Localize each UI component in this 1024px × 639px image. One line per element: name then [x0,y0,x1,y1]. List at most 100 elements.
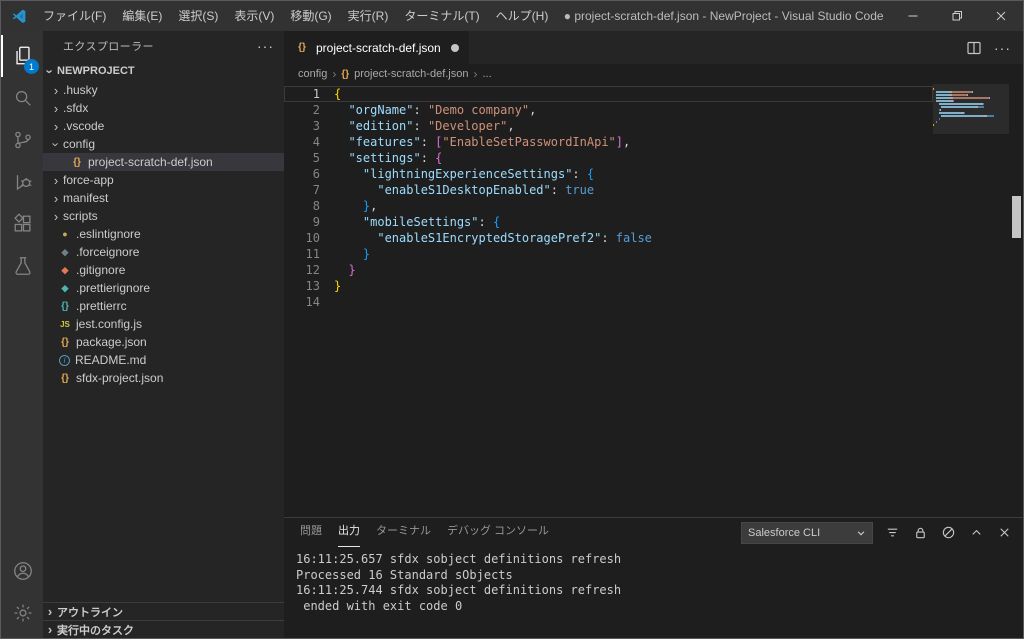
code-line-6[interactable]: 6 "lightningExperienceSettings": { [284,166,933,182]
tab-project-scratch-def[interactable]: {} project-scratch-def.json [284,31,469,64]
maximize-panel-icon[interactable] [967,524,985,542]
menu-go[interactable]: 移動(G) [282,1,339,31]
tree-item-scripts[interactable]: ›scripts [43,207,284,225]
code-line-12[interactable]: 12 } [284,262,933,278]
panel-tab-output[interactable]: 出力 [338,518,360,547]
editor-area: {} project-scratch-def.json ··· config›{… [284,31,1023,638]
line-number: 5 [284,150,320,166]
menu-run[interactable]: 実行(R) [340,1,397,31]
minimap[interactable] [933,84,1009,517]
settings-button[interactable] [1,592,43,634]
activity-extensions[interactable] [1,203,43,245]
tree-item-.husky[interactable]: ›.husky [43,81,284,99]
tree-item-jest.config.js[interactable]: JSjest.config.js [43,315,284,333]
clear-output-icon[interactable] [939,524,957,542]
menu-file[interactable]: ファイル(F) [35,1,114,31]
code-line-3[interactable]: 3 "edition": "Developer", [284,118,933,134]
section-running-tasks[interactable]: ›実行中のタスク [43,620,284,638]
menu-selection[interactable]: 選択(S) [170,1,226,31]
tree-item-label: project-scratch-def.json [88,155,213,169]
code-line-5[interactable]: 5 "settings": { [284,150,933,166]
explorer-badge: 1 [24,59,39,74]
tree-item-force-app[interactable]: ›force-app [43,171,284,189]
code-line-1[interactable]: 1{ [284,86,933,102]
close-window-button[interactable] [979,1,1023,31]
tree-item-sfdx-project.json[interactable]: {}sfdx-project.json [43,369,284,387]
line-number: 4 [284,134,320,150]
tree-item-.prettierrc[interactable]: {}.prettierrc [43,297,284,315]
panel-tab-terminal[interactable]: ターミナル [376,518,431,547]
tree-item-package.json[interactable]: {}package.json [43,333,284,351]
minimize-button[interactable] [891,1,935,31]
breadcrumb-item[interactable]: config [298,68,327,80]
sidebar-title: エクスプローラー [63,38,154,54]
menu-terminal[interactable]: ターミナル(T) [396,1,487,31]
code-lines: 1{2 "orgName": "Demo company",3 "edition… [284,84,933,517]
line-content: "features": ["EnableSetPasswordInApi"], [334,134,630,150]
code-line-8[interactable]: 8 }, [284,198,933,214]
activity-testing[interactable] [1,245,43,287]
tree-item-.gitignore[interactable]: ◆.gitignore [43,261,284,279]
activity-source-control[interactable] [1,119,43,161]
tree-item-project-scratch-def.json[interactable]: {}project-scratch-def.json [43,153,284,171]
output-channel-select[interactable]: Salesforce CLI [741,522,873,544]
chevron-right-icon: › [49,119,63,134]
output-content[interactable]: 16:11:25.657 sfdx sobject definitions re… [284,547,1023,638]
diamond-icon: ◆ [57,265,73,276]
code-editor[interactable]: 1{2 "orgName": "Demo company",3 "edition… [284,84,1023,517]
section-outline[interactable]: ›アウトライン [43,602,284,620]
code-line-4[interactable]: 4 "features": ["EnableSetPasswordInApi"]… [284,134,933,150]
tree-item-.vscode[interactable]: ›.vscode [43,117,284,135]
chevron-right-icon: › [49,83,63,98]
breadcrumb-item[interactable]: project-scratch-def.json [354,68,468,80]
code-line-11[interactable]: 11 } [284,246,933,262]
output-line-3: 16:11:25.744 sfdx sobject definitions re… [296,583,1023,599]
menu-view[interactable]: 表示(V) [226,1,282,31]
diamond-icon: ◆ [57,283,73,294]
close-panel-icon[interactable] [995,524,1013,542]
tree-item-manifest[interactable]: ›manifest [43,189,284,207]
search-icon [12,87,34,109]
editor-more-actions-icon[interactable]: ··· [994,43,1011,53]
code-line-10[interactable]: 10 "enableS1EncryptedStoragePref2": fals… [284,230,933,246]
activity-explorer[interactable]: 1 [1,35,43,77]
code-line-9[interactable]: 9 "mobileSettings": { [284,214,933,230]
json-icon: {} [294,42,310,53]
activity-search[interactable] [1,77,43,119]
panel-tab-problems[interactable]: 問題 [300,518,322,547]
tab-label: project-scratch-def.json [316,41,441,55]
tree-item-.sfdx[interactable]: ›.sfdx [43,99,284,117]
code-line-13[interactable]: 13} [284,278,933,294]
tree-item-label: .vscode [63,119,104,133]
line-number: 13 [284,278,320,294]
tree-item-.eslintignore[interactable]: ●.eslintignore [43,225,284,243]
scroll-lock-icon[interactable] [911,524,929,542]
tree-item-.prettierignore[interactable]: ◆.prettierignore [43,279,284,297]
line-number: 8 [284,198,320,214]
tree-item-config[interactable]: ›config [43,135,284,153]
account-button[interactable] [1,550,43,592]
tree-item-README.md[interactable]: iREADME.md [43,351,284,369]
split-editor-icon[interactable] [966,40,982,56]
restore-button[interactable] [935,1,979,31]
breadcrumb-item[interactable]: ... [482,68,491,80]
source-control-icon [12,129,34,151]
menu-help[interactable]: ヘルプ(H) [488,1,557,31]
output-filter-icon[interactable] [883,524,901,542]
code-line-14[interactable]: 14 [284,294,933,310]
bottom-panel: 問題出力ターミナルデバッグ コンソール Salesforce CLI [284,517,1023,638]
activity-run-debug[interactable] [1,161,43,203]
explorer-more-actions-icon[interactable]: ··· [257,41,274,51]
code-line-7[interactable]: 7 "enableS1DesktopEnabled": true [284,182,933,198]
line-number: 3 [284,118,320,134]
project-section-header[interactable]: › NEWPROJECT [43,61,284,81]
tree-item-.forceignore[interactable]: ◆.forceignore [43,243,284,261]
menu-edit[interactable]: 編集(E) [114,1,170,31]
scrollbar-thumb[interactable] [1012,196,1021,238]
code-line-2[interactable]: 2 "orgName": "Demo company", [284,102,933,118]
line-number: 6 [284,166,320,182]
panel-tab-debug-console[interactable]: デバッグ コンソール [447,518,549,547]
tree-item-label: .forceignore [76,245,139,259]
window-title: ● project-scratch-def.json - NewProject … [556,9,891,23]
unsaved-changes-icon[interactable] [451,44,459,52]
